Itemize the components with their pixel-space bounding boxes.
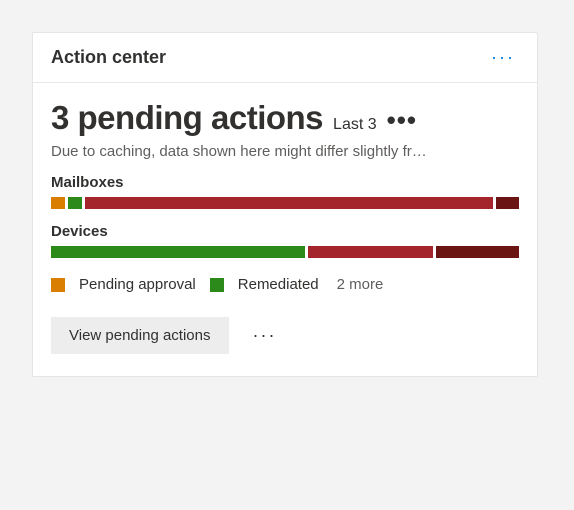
headline-row: 3 pending actions Last 3 ••• bbox=[51, 99, 519, 137]
bar-segment bbox=[51, 246, 305, 258]
legend-swatch bbox=[210, 278, 224, 292]
headline-suffix: Last 3 bbox=[333, 116, 377, 134]
legend-label: Remediated bbox=[238, 276, 319, 293]
bar-segment bbox=[68, 197, 82, 209]
legend: Pending approval Remediated 2 more bbox=[51, 276, 519, 293]
legend-swatch bbox=[51, 278, 65, 292]
group-label: Mailboxes bbox=[51, 174, 519, 191]
card-body: 3 pending actions Last 3 ••• Due to cach… bbox=[33, 83, 537, 376]
view-pending-actions-button[interactable]: View pending actions bbox=[51, 317, 229, 354]
bar-segment bbox=[308, 246, 433, 258]
pending-count-headline: 3 pending actions bbox=[51, 99, 323, 137]
stacked-bar bbox=[51, 246, 519, 258]
legend-more[interactable]: 2 more bbox=[337, 276, 384, 293]
bars-container: Mailboxes Devices bbox=[51, 174, 519, 258]
card-title: Action center bbox=[51, 47, 166, 68]
stacked-bar bbox=[51, 197, 519, 209]
more-actions-icon[interactable]: ··· bbox=[253, 325, 277, 346]
truncation-ellipsis-icon: ••• bbox=[387, 107, 417, 133]
action-center-card: Action center ··· 3 pending actions Last… bbox=[32, 32, 538, 377]
bar-segment bbox=[496, 197, 519, 209]
more-icon[interactable]: ··· bbox=[487, 47, 519, 68]
caching-caption: Due to caching, data shown here might di… bbox=[51, 143, 519, 160]
group-label: Devices bbox=[51, 223, 519, 240]
bar-segment bbox=[85, 197, 494, 209]
bar-segment bbox=[436, 246, 519, 258]
legend-label: Pending approval bbox=[79, 276, 196, 293]
card-header: Action center ··· bbox=[33, 33, 537, 83]
card-footer: View pending actions ··· bbox=[51, 317, 519, 354]
bar-segment bbox=[51, 197, 65, 209]
